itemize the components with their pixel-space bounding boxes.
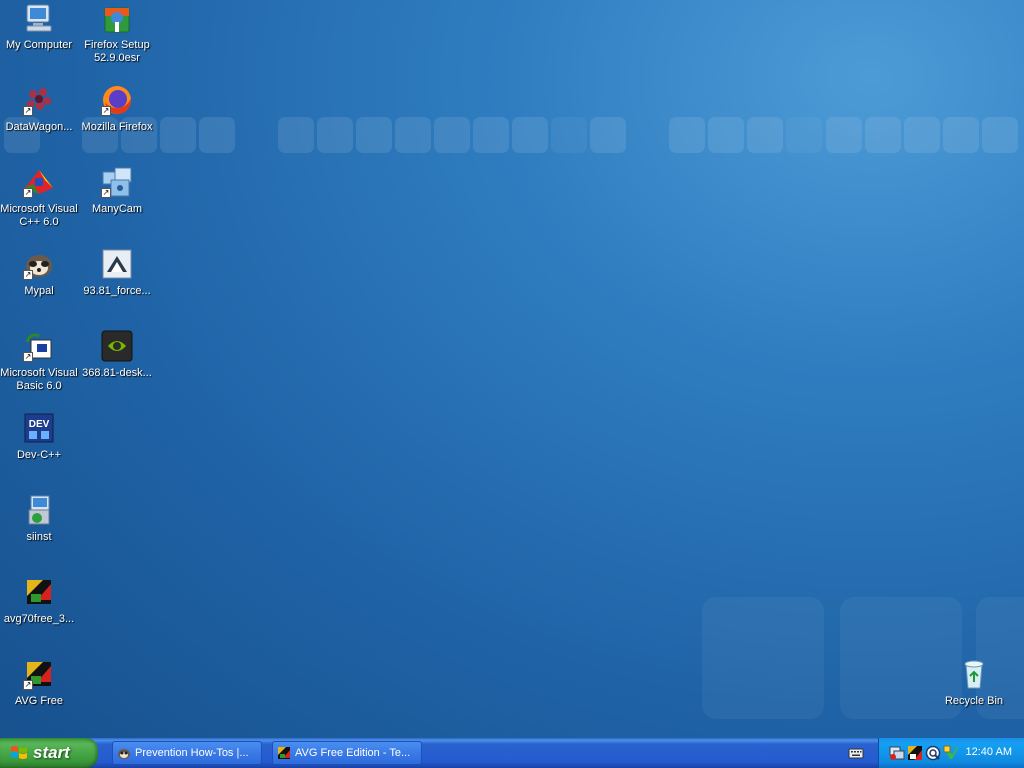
search-tray-icon[interactable] bbox=[925, 745, 941, 761]
desktop-icon-avg-free[interactable]: ↗ AVG Free bbox=[0, 656, 78, 736]
icon-label: 93.81_force... bbox=[83, 285, 151, 297]
network-icon[interactable] bbox=[889, 745, 905, 761]
recycle-bin-icon bbox=[958, 658, 990, 690]
icon-label: siinst bbox=[26, 531, 52, 543]
icon-label: DataWagon... bbox=[5, 121, 73, 133]
taskbar-button-label: AVG Free Edition - Te... bbox=[295, 747, 411, 759]
clock[interactable]: 12:40 AM bbox=[966, 746, 1012, 758]
desktop-icon-recycle-bin[interactable]: Recycle Bin bbox=[935, 656, 1013, 736]
start-button[interactable]: start bbox=[0, 738, 98, 768]
windows-logo-icon bbox=[11, 746, 27, 759]
icon-label: Firefox Setup 52.9.0esr bbox=[84, 39, 150, 64]
shortcut-arrow-icon: ↗ bbox=[23, 106, 33, 116]
visual-cpp-icon: ↗ bbox=[23, 166, 55, 198]
desktop-icon-firefox-setup[interactable]: Firefox Setup 52.9.0esr bbox=[78, 0, 156, 80]
desktop-icon-mozilla-firefox[interactable]: ↗ Mozilla Firefox bbox=[78, 82, 156, 162]
setup-icon bbox=[23, 494, 55, 526]
avg-tray-icon[interactable] bbox=[907, 745, 923, 761]
desktop-icon-siinst[interactable]: siinst bbox=[0, 492, 78, 572]
desktop-icon-avg70free[interactable]: avg70free_3... bbox=[0, 574, 78, 654]
manycam-icon: ↗ bbox=[101, 166, 133, 198]
shortcut-arrow-icon: ↗ bbox=[23, 188, 33, 198]
visual-basic-icon: ↗ bbox=[23, 330, 55, 362]
security-tray-icon[interactable] bbox=[943, 745, 959, 761]
taskbar-button-avg[interactable]: AVG Free Edition - Te... bbox=[272, 741, 422, 765]
nvidia-icon bbox=[101, 330, 133, 362]
firefox-icon: ↗ bbox=[101, 84, 133, 116]
computer-icon bbox=[23, 2, 55, 34]
dev-cpp-icon: DEV bbox=[23, 412, 55, 444]
firefox-setup-icon bbox=[101, 2, 133, 34]
icon-label: My Computer bbox=[5, 39, 73, 51]
shortcut-arrow-icon: ↗ bbox=[101, 188, 111, 198]
shortcut-arrow-icon: ↗ bbox=[23, 352, 33, 362]
icon-label: Recycle Bin bbox=[944, 695, 1004, 707]
icon-label: Microsoft Visual C++ 6.0 bbox=[0, 203, 78, 228]
icon-label: Dev-C++ bbox=[16, 449, 62, 461]
icon-label: avg70free_3... bbox=[3, 613, 75, 625]
icon-label: 368.81-desk... bbox=[82, 367, 152, 379]
desktop-icon-my-computer[interactable]: My Computer bbox=[0, 0, 78, 80]
desktop-icon-force-file[interactable]: 93.81_force... bbox=[78, 246, 156, 326]
installer-icon bbox=[101, 248, 133, 280]
icon-label: Mozilla Firefox bbox=[81, 121, 153, 133]
icon-label: Microsoft Visual Basic 6.0 bbox=[0, 367, 78, 392]
taskbar: start Prevention How-Tos |... AVG Free E… bbox=[0, 738, 1024, 768]
taskbar-button-prevention[interactable]: Prevention How-Tos |... bbox=[112, 741, 262, 765]
icon-label: AVG Free bbox=[14, 695, 64, 707]
datawagon-icon: ↗ bbox=[23, 84, 55, 116]
desktop-icon-dev-cpp[interactable]: DEV Dev-C++ bbox=[0, 410, 78, 490]
wallpaper-tile bbox=[702, 597, 824, 719]
desktop-icon-datawagon[interactable]: ↗ DataWagon... bbox=[0, 82, 78, 162]
shortcut-arrow-icon: ↗ bbox=[23, 680, 33, 690]
icon-label: Mypal bbox=[24, 285, 54, 297]
start-label: start bbox=[33, 743, 70, 762]
icon-label: ManyCam bbox=[91, 203, 143, 215]
desktop-icon-manycam[interactable]: ↗ ManyCam bbox=[78, 164, 156, 244]
avg-icon bbox=[278, 747, 290, 759]
svg-text:DEV: DEV bbox=[29, 419, 50, 430]
system-tray: 12:40 AM bbox=[878, 738, 1024, 768]
shortcut-arrow-icon: ↗ bbox=[101, 106, 111, 116]
desktop-icon-ms-visual-basic[interactable]: ↗ Microsoft Visual Basic 6.0 bbox=[0, 328, 78, 408]
mypal-icon: ↗ bbox=[23, 248, 55, 280]
desktop: My Computer ↗ DataWagon... ↗ Microsoft V… bbox=[0, 0, 1024, 738]
desktop-icon-ms-visual-cpp[interactable]: ↗ Microsoft Visual C++ 6.0 bbox=[0, 164, 78, 244]
keyboard-icon[interactable] bbox=[848, 746, 864, 760]
desktop-icon-mypal[interactable]: ↗ Mypal bbox=[0, 246, 78, 326]
avg-icon: ↗ bbox=[23, 658, 55, 690]
desktop-icon-nvidia-desk[interactable]: 368.81-desk... bbox=[78, 328, 156, 408]
avg-installer-icon bbox=[23, 576, 55, 608]
shortcut-arrow-icon: ↗ bbox=[23, 270, 33, 280]
taskbar-button-label: Prevention How-Tos |... bbox=[135, 747, 249, 759]
mypal-icon bbox=[118, 749, 130, 759]
